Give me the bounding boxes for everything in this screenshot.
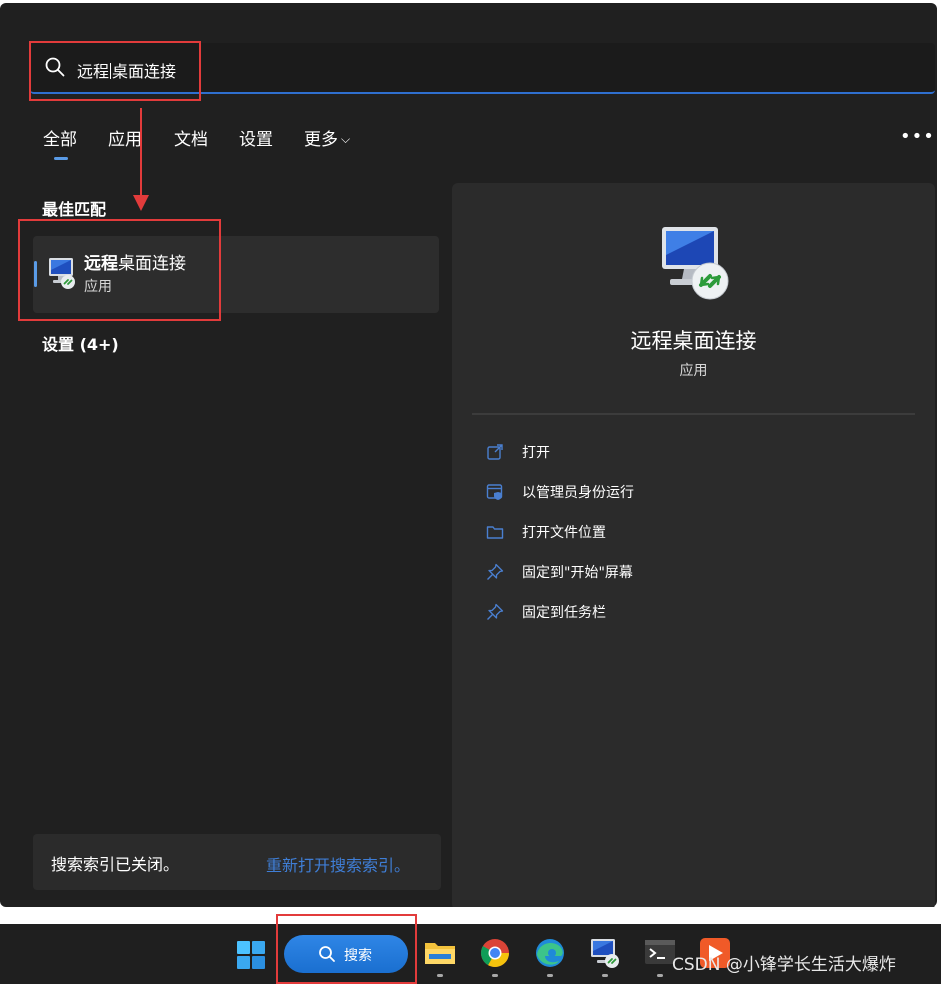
action-run-as-admin[interactable]: 以管理员身份运行 [486,479,906,507]
annotation-search-box [29,41,201,101]
search-index-notice: 搜索索引已关闭。 重新打开搜索索引。 [33,834,441,890]
action-label: 打开 [522,445,550,461]
settings-results-heading[interactable]: 设置 (4+) [42,331,119,355]
remote-desktop-large-icon [662,227,729,300]
more-options-button[interactable]: ••• [900,126,935,147]
running-indicator [437,974,443,977]
running-indicator [657,974,663,977]
action-label: 打开文件位置 [522,525,606,541]
folder-icon [486,526,504,539]
annotation-arrow [140,108,142,203]
tab-all[interactable]: 全部 [43,125,77,160]
action-label: 以管理员身份运行 [522,485,634,501]
edge-icon[interactable] [533,936,567,970]
taskbar-gap [0,907,941,924]
action-open[interactable]: 打开 [486,439,906,467]
detail-app-kind: 应用 [679,363,708,379]
shield-admin-icon [486,484,503,500]
chrome-icon[interactable] [478,936,512,970]
running-indicator [492,974,498,977]
action-pin-to-taskbar[interactable]: 固定到任务栏 [486,599,906,627]
annotation-taskbar-search [276,914,417,984]
watermark: CSDN @小锋学长生活大爆炸 [672,955,896,975]
running-indicator [547,974,553,977]
windows-start-icon[interactable] [236,940,266,970]
reenable-index-link[interactable]: 重新打开搜索索引。 [266,852,410,876]
detail-app-name: 远程桌面连接 [630,329,757,353]
chevron-down-icon: ⌵ [341,132,351,146]
action-label: 固定到任务栏 [522,605,606,621]
pin-icon [487,563,504,580]
index-notice-message: 搜索索引已关闭。 [51,855,180,874]
tab-apps[interactable]: 应用 [108,125,142,150]
annotation-best-match [18,219,221,321]
action-open-file-location[interactable]: 打开文件位置 [486,519,906,547]
open-external-icon [487,444,503,460]
best-match-heading: 最佳匹配 [42,200,107,219]
detail-panel: 远程桌面连接 应用 打开 以管理员身份运行 打开文件位置 固定到"开始"屏幕 固… [452,183,935,910]
tab-documents[interactable]: 文档 [174,125,208,150]
action-pin-to-start[interactable]: 固定到"开始"屏幕 [486,559,906,587]
detail-divider [472,413,915,415]
tab-settings[interactable]: 设置 [239,125,273,150]
file-explorer-icon[interactable] [423,936,457,970]
running-indicator [602,974,608,977]
tab-more[interactable]: 更多 ⌵ [304,125,350,150]
annotation-arrow-head [133,195,149,211]
taskbar: 搜索 CSDN @小锋学长生活大爆炸 [0,924,941,984]
pin-icon [487,603,504,620]
remote-desktop-icon[interactable] [588,936,622,970]
action-label: 固定到"开始"屏幕 [522,565,633,581]
